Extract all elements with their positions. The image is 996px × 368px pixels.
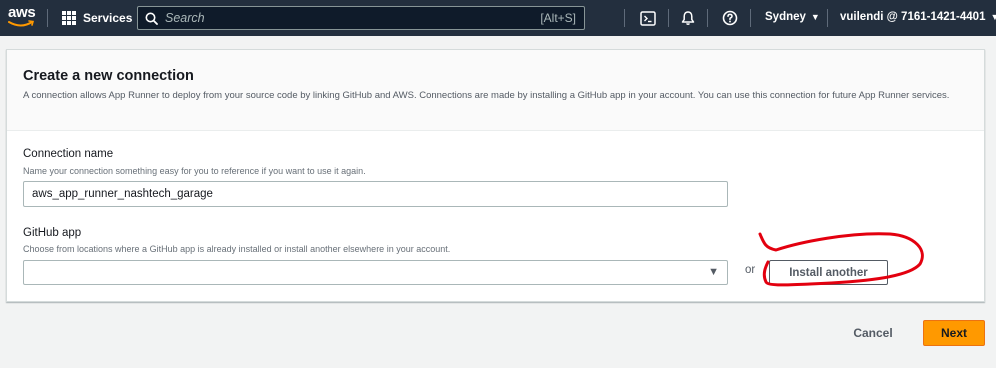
region-selector[interactable]: Sydney ▼ [765,11,820,23]
panel-title: Create a new connection [23,68,194,84]
account-menu[interactable]: vuilendi @ 7161-1421-4401 ▼ [840,11,996,23]
bell-icon[interactable] [679,9,697,27]
help-icon[interactable] [721,9,739,27]
caret-down-icon: ▼ [990,12,996,22]
github-app-label: GitHub app [23,227,82,239]
account-label: vuilendi @ 7161-1421-4401 [840,11,986,23]
search-icon [145,12,158,25]
panel-description: A connection allows App Runner to deploy… [23,90,950,101]
services-grid-icon [62,11,76,25]
nav-divider [827,9,828,27]
services-label: Services [83,11,133,25]
top-navigation: aws Services [Alt+S] [0,0,996,36]
dropdown-arrow-icon: ▼ [708,266,719,278]
aws-wordmark: aws [8,4,36,21]
create-connection-panel: Create a new connection A connection all… [6,49,985,302]
connection-name-label: Connection name [23,148,114,160]
cancel-button[interactable]: Cancel [843,321,903,345]
nav-divider [668,9,669,27]
search-bar[interactable]: [Alt+S] [137,6,585,30]
search-input[interactable] [165,8,541,28]
nav-divider [47,9,48,27]
connection-name-hint: Name your connection something easy for … [23,166,366,176]
nav-divider [624,9,625,27]
connection-name-input[interactable] [23,181,728,207]
or-text: or [745,264,756,276]
next-button[interactable]: Next [923,320,985,346]
cloudshell-icon[interactable] [639,9,657,27]
region-label: Sydney [765,11,806,23]
caret-down-icon: ▼ [810,12,820,22]
panel-header: Create a new connection A connection all… [7,50,984,131]
aws-logo[interactable]: aws [8,4,38,30]
aws-smile-icon [8,20,35,27]
search-shortcut: [Alt+S] [540,11,576,25]
install-another-button[interactable]: Install another [769,260,888,285]
github-app-select[interactable]: ▼ [23,260,728,285]
nav-divider [707,9,708,27]
services-menu[interactable]: Services [62,10,132,26]
nav-divider [750,9,751,27]
github-app-hint: Choose from locations where a GitHub app… [23,244,451,254]
